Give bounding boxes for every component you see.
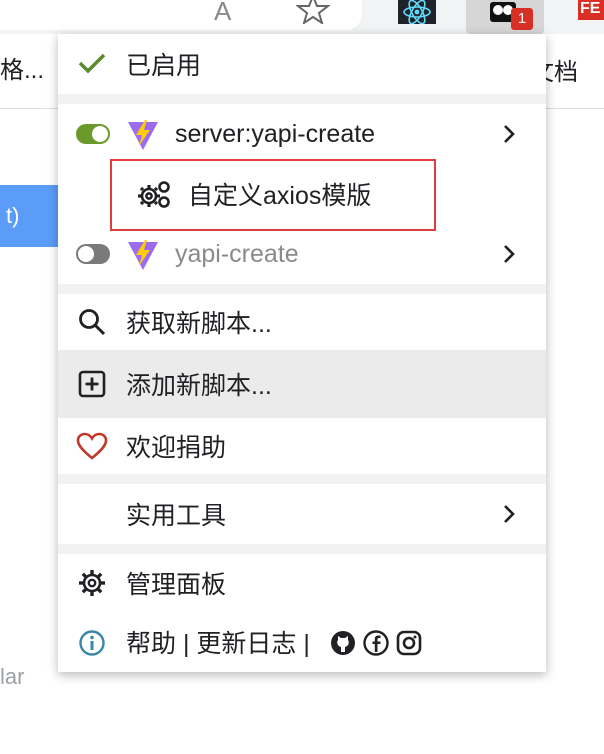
info-icon[interactable] (78, 629, 106, 657)
browser-toolbar: A 1 FE (0, 0, 604, 34)
get-new-scripts-label: 获取新脚本... (126, 310, 272, 338)
donate-item[interactable]: 欢迎捐助 (58, 418, 546, 474)
add-new-script-label: 添加新脚本... (126, 372, 272, 400)
add-box-icon (78, 370, 106, 398)
checkmark-icon (78, 53, 106, 74)
vite-icon (128, 120, 158, 150)
fe-extension-icon[interactable]: FE (578, 0, 604, 20)
script-enable-toggle[interactable] (76, 124, 110, 144)
script-row-server-yapi-create[interactable]: server:yapi-create (58, 104, 546, 164)
github-icon[interactable] (330, 630, 356, 656)
dashboard-item[interactable]: 管理面板 (58, 554, 546, 612)
tampermonkey-popup-menu: 已启用 server:yapi-create 自定义axios模版 yapi-c… (58, 34, 546, 672)
address-bar[interactable]: A (0, 0, 362, 30)
chevron-right-icon[interactable] (502, 244, 516, 264)
script-enable-toggle[interactable] (76, 244, 110, 264)
star-icon[interactable] (296, 0, 330, 24)
utilities-label: 实用工具 (126, 502, 227, 530)
enabled-label: 已启用 (126, 52, 202, 80)
heart-icon (76, 432, 108, 460)
add-new-script-item[interactable]: 添加新脚本... (58, 350, 546, 418)
chevron-right-icon[interactable] (502, 504, 516, 524)
footer-row: 帮助 | 更新日志 | (58, 612, 546, 672)
script-command-label: 自定义axios模版 (188, 182, 372, 210)
script-name: server:yapi-create (175, 119, 376, 148)
instagram-icon[interactable] (396, 630, 422, 656)
donate-label: 欢迎捐助 (126, 434, 227, 462)
script-row-yapi-create[interactable]: yapi-create (58, 224, 546, 284)
script-command-row[interactable]: 自定义axios模版 (58, 164, 546, 224)
bookmark-left[interactable]: 格... (0, 50, 44, 85)
get-new-scripts-item[interactable]: 获取新脚本... (58, 294, 546, 350)
enabled-toggle-row[interactable]: 已启用 (58, 34, 546, 94)
help-changelog-links[interactable]: 帮助 | 更新日志 | (126, 624, 310, 660)
gear-icon (79, 570, 105, 596)
page-tab-text: t) (6, 203, 20, 228)
facebook-icon[interactable] (363, 630, 389, 656)
script-count-badge: 1 (511, 8, 533, 30)
page-blue-tab[interactable]: t) (0, 185, 60, 247)
chevron-right-icon[interactable] (502, 124, 516, 144)
gears-icon (138, 181, 170, 208)
read-aloud-icon[interactable]: A (214, 0, 231, 24)
utilities-item[interactable]: 实用工具 (58, 484, 546, 544)
search-icon (79, 309, 106, 336)
dashboard-label: 管理面板 (126, 571, 227, 599)
page-text-fragment: lar (0, 664, 25, 689)
script-name: yapi-create (175, 239, 299, 268)
react-devtools-icon[interactable] (398, 0, 436, 24)
vite-icon (128, 240, 158, 270)
